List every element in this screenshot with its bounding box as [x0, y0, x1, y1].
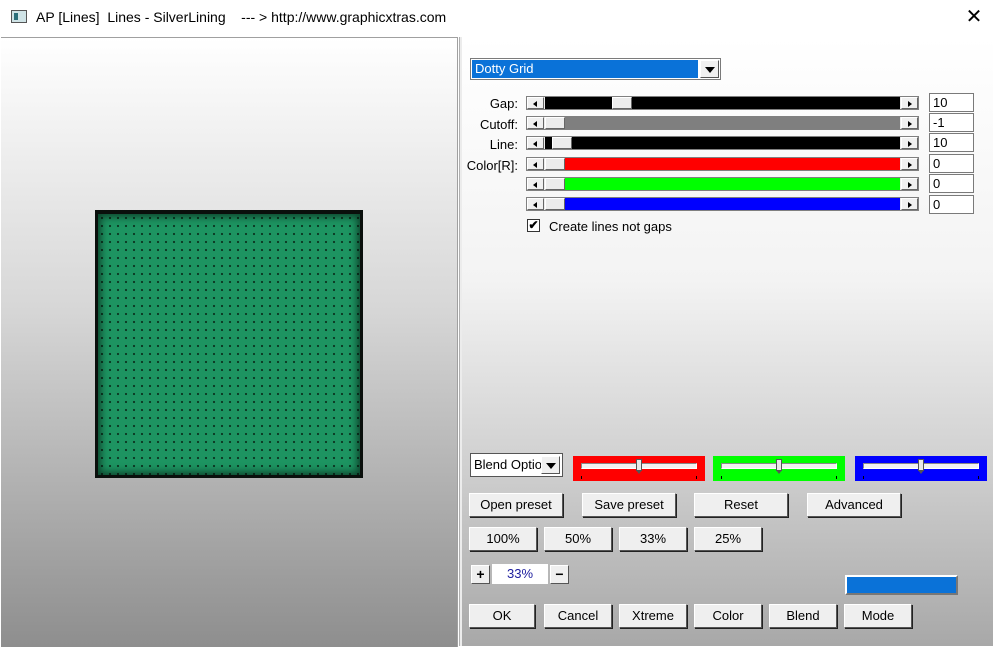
color-b-slider-track[interactable] [545, 198, 900, 210]
cutoff-slider-track[interactable] [545, 117, 900, 129]
chevron-down-icon[interactable] [541, 456, 560, 474]
green-blend-slider[interactable] [713, 456, 845, 481]
scroll-left-arrow-icon[interactable] [527, 97, 544, 109]
line-value-field[interactable]: 10 [929, 133, 974, 152]
color-button[interactable]: Color [694, 604, 762, 628]
zoom-in-button[interactable]: + [471, 565, 490, 584]
cutoff-slider-thumb[interactable] [545, 117, 565, 129]
color-g-slider-track[interactable] [545, 178, 900, 190]
color-g-slider[interactable] [526, 177, 919, 191]
slider-tick [721, 476, 722, 479]
color-swatch[interactable] [845, 575, 958, 595]
preset-dropdown[interactable]: Dotty Grid [470, 58, 721, 80]
scroll-right-arrow-icon[interactable] [901, 137, 918, 149]
blend-selected-value: Blend Options [474, 457, 542, 472]
blend-button[interactable]: Blend [769, 604, 837, 628]
blend-options-dropdown[interactable]: Blend Options [470, 453, 563, 477]
color-b-slider[interactable] [526, 197, 919, 211]
color-r-label: Color[R]: [466, 158, 518, 173]
color-g-value-field[interactable]: 0 [929, 174, 974, 193]
cutoff-slider[interactable] [526, 116, 919, 130]
reset-button[interactable]: Reset [694, 493, 788, 517]
zoom-100-button[interactable]: 100% [469, 527, 537, 551]
scroll-left-arrow-icon[interactable] [527, 178, 544, 190]
app-icon [11, 10, 27, 23]
line-slider[interactable] [526, 136, 919, 150]
zoom-50-button[interactable]: 50% [544, 527, 612, 551]
scroll-right-arrow-icon[interactable] [901, 158, 918, 170]
scroll-left-arrow-icon[interactable] [527, 117, 544, 129]
blue-blend-slider[interactable] [855, 456, 987, 481]
cancel-button[interactable]: Cancel [544, 604, 612, 628]
gap-slider-thumb[interactable] [612, 97, 632, 109]
preview-image [95, 210, 363, 478]
cutoff-label: Cutoff: [479, 117, 518, 132]
gap-slider-track[interactable] [545, 97, 900, 109]
create-lines-checkbox[interactable]: ✔ [527, 219, 540, 232]
red-blend-slider[interactable] [573, 456, 705, 481]
color-r-value-field[interactable]: 0 [929, 154, 974, 173]
color-b-slider-thumb[interactable] [545, 198, 565, 210]
title-bar: AP [Lines] Lines - SilverLining --- > ht… [0, 0, 993, 34]
scroll-left-arrow-icon[interactable] [527, 198, 544, 210]
scroll-right-arrow-icon[interactable] [901, 97, 918, 109]
gap-value-field[interactable]: 10 [929, 93, 974, 112]
color-g-slider-thumb[interactable] [545, 178, 565, 190]
zoom-33-button[interactable]: 33% [619, 527, 687, 551]
create-lines-label: Create lines not gaps [549, 219, 672, 234]
scroll-right-arrow-icon[interactable] [901, 178, 918, 190]
slider-tick [978, 476, 979, 479]
gap-label: Gap: [489, 96, 518, 111]
window-title: AP [Lines] Lines - SilverLining --- > ht… [36, 9, 447, 25]
scroll-left-arrow-icon[interactable] [527, 158, 544, 170]
blue-blend-knob[interactable] [918, 459, 924, 474]
red-blend-knob[interactable] [636, 459, 642, 474]
advanced-button[interactable]: Advanced [807, 493, 901, 517]
slider-tick [863, 476, 864, 479]
green-blend-knob[interactable] [776, 459, 782, 474]
scroll-left-arrow-icon[interactable] [527, 137, 544, 149]
color-b-value-field[interactable]: 0 [929, 195, 974, 214]
zoom-level-field[interactable]: 33% [492, 564, 548, 584]
chevron-down-icon[interactable] [700, 60, 719, 78]
save-preset-button[interactable]: Save preset [582, 493, 676, 517]
line-label: Line: [489, 137, 518, 152]
scroll-right-arrow-icon[interactable] [901, 117, 918, 129]
mode-button[interactable]: Mode [844, 604, 912, 628]
zoom-out-button[interactable]: − [550, 565, 569, 584]
color-r-slider-thumb[interactable] [545, 158, 565, 170]
color-r-slider-track[interactable] [545, 158, 900, 170]
slider-tick [836, 476, 837, 479]
color-r-slider[interactable] [526, 157, 919, 171]
line-slider-thumb[interactable] [552, 137, 572, 149]
gap-slider[interactable] [526, 96, 919, 110]
scroll-right-arrow-icon[interactable] [901, 198, 918, 210]
line-slider-track[interactable] [545, 137, 900, 149]
cutoff-value-field[interactable]: -1 [929, 113, 974, 132]
close-icon[interactable]: ✕ [962, 5, 986, 29]
slider-tick [696, 476, 697, 479]
ok-button[interactable]: OK [469, 604, 535, 628]
open-preset-button[interactable]: Open preset [469, 493, 563, 517]
slider-tick [581, 476, 582, 479]
zoom-25-button[interactable]: 25% [694, 527, 762, 551]
preset-selected-value: Dotty Grid [472, 60, 698, 78]
xtreme-button[interactable]: Xtreme [619, 604, 687, 628]
